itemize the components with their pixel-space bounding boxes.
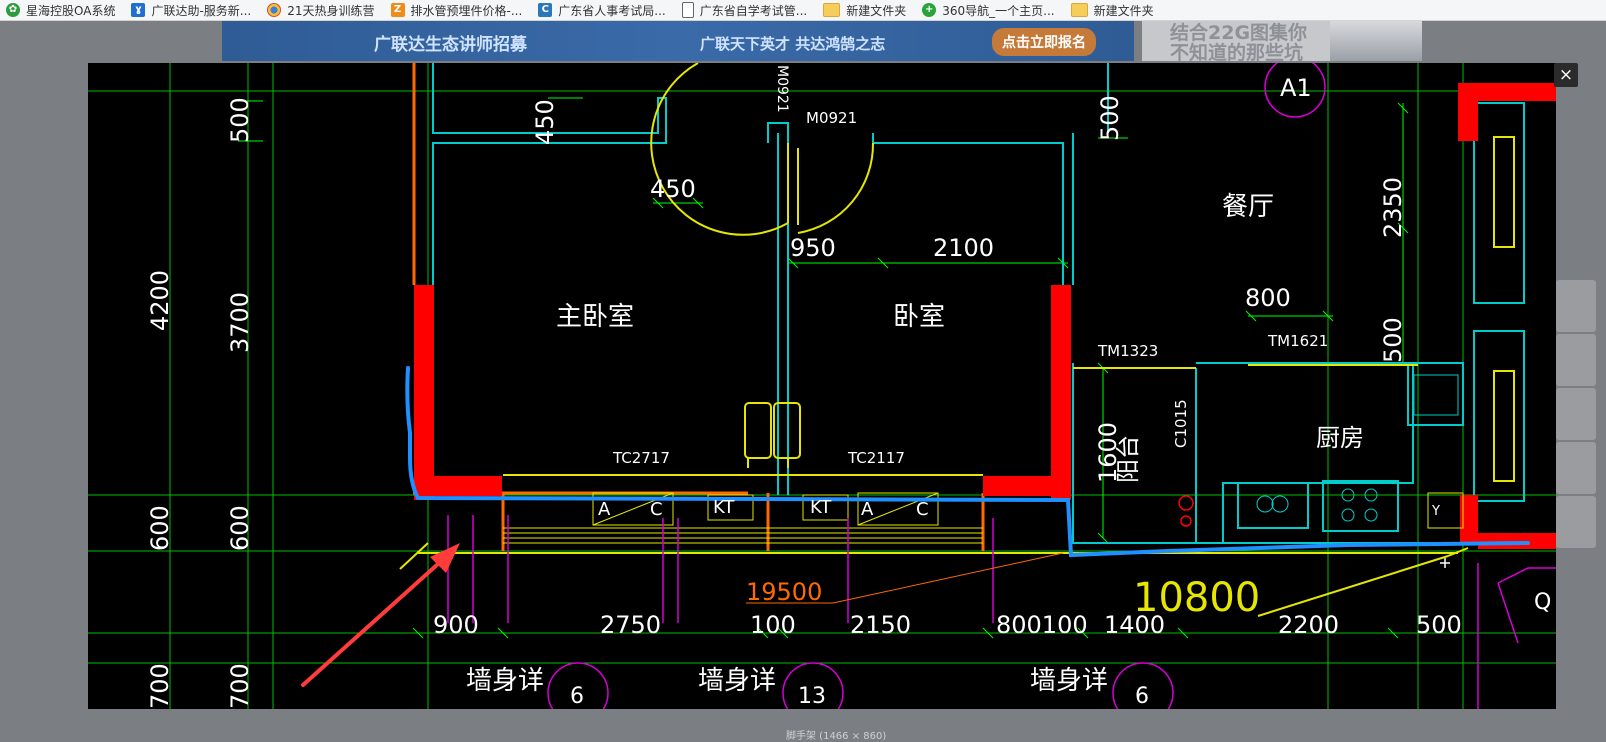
bookmark-label: 广联达助-服务新... [151,3,252,18]
section-label-3: 墙身详 [1030,666,1108,696]
dim-bottom-2750: 2750 [600,611,661,639]
tag-m0921: M0921 [806,109,857,127]
callout-19500: 19500 [746,578,822,606]
ac-label-c1: C [650,499,663,520]
side-tool-app[interactable] [1556,442,1596,494]
dim-500-right: 500 [1379,317,1407,363]
tag-m0921-vertical: M0921 [774,65,790,113]
edge-marker: Q [1534,590,1551,615]
tag-tm1621: TM1621 [1267,332,1328,350]
room-dining: 餐厅 [1222,192,1274,222]
side-tool-consult[interactable] [1556,280,1596,332]
dim-500-top: 500 [1096,95,1124,141]
gear-icon: ✿ [6,3,20,17]
dim-bottom-2200: 2200 [1278,611,1339,639]
ac-label-a1: A [598,499,611,520]
tag-y: Y [1431,504,1440,519]
bookmark-0[interactable]: ✿ 星海控股OA系统 [6,0,115,20]
promo-banner[interactable]: 广联达生态讲师招募 广联天下英才 共达鸿鹄之志 点击立即报名 [222,21,1134,61]
bookmark-5[interactable]: 广东省自学考试管... [681,0,808,20]
ad-line-1: 结合22G图集你 [1170,22,1308,44]
tag-tc2117: TC2117 [847,449,905,467]
dim-left-600a: 600 [146,505,174,551]
plus-icon: + [922,3,937,17]
side-tool-question[interactable] [1556,334,1596,386]
image-viewer[interactable]: 500 4200 3700 600 600 700 700 450 450 95… [88,63,1556,709]
bookmark-label: 星海控股OA系统 [26,3,116,18]
dim-bottom-2150: 2150 [850,611,911,639]
side-tool-feedback[interactable] [1556,388,1596,440]
ad-person-image [1330,21,1422,61]
side-tool-top[interactable] [1556,496,1596,548]
document-icon [681,2,694,18]
dim-bottom-500: 500 [1416,611,1462,639]
ac-label-kt2: KT [810,497,832,518]
banner-slogan: 广联天下英才 共达鸿鹄之志 [700,35,886,53]
side-ad[interactable]: 结合22G图集你 不知道的那些坑 [1142,21,1422,64]
chrome-icon [267,3,282,17]
dim-bottom-100: 100 [750,611,796,639]
room-master-bedroom: 主卧室 [556,302,634,332]
bookmark-label: 360导航_一个主页... [942,3,1055,18]
ac-label-c2: C [916,499,929,520]
banner-cta-button[interactable]: 点击立即报名 [992,28,1096,56]
tag-tc2717: TC2717 [612,449,670,467]
dim-2100: 2100 [933,234,994,262]
bookmark-1[interactable]: ɣ 广联达助-服务新... [131,0,251,20]
ac-label-a2: A [861,499,874,520]
c-icon: C [538,3,553,17]
close-viewer-button[interactable]: × [1554,63,1578,87]
folder-icon [1070,3,1088,17]
ad-line-2: 不知道的那些坑 [1170,42,1304,64]
room-balcony: 阳台 [1114,435,1142,483]
tag-tm1323: TM1323 [1097,342,1158,360]
bookmark-3[interactable]: Z 排水管预埋件价格-... [390,0,523,20]
bookmark-label: 新建文件夹 [1093,3,1154,18]
bookmark-4[interactable]: C 广东省人事考试局... [538,0,666,20]
feather-icon: ɣ [131,3,146,17]
bookmark-label: 广东省人事考试局... [558,3,666,18]
bookmarks-bar: ✿ 星海控股OA系统 ɣ 广联达助-服务新... 21天热身训练营 Z 排水管预… [0,0,1606,21]
dim-2350: 2350 [1379,177,1407,238]
dim-left-4200: 4200 [146,270,174,331]
dim-bottom-900: 900 [433,611,479,639]
section-number-3: 6 [1135,684,1149,709]
dim-left-700b: 700 [226,663,254,709]
bookmark-8[interactable]: 新建文件夹 [1070,0,1154,20]
annotation-outline [405,366,1530,558]
callout-10800: 10800 [1133,575,1260,621]
folder-icon [823,3,841,17]
bookmark-label: 广东省自学考试管... [699,3,808,18]
dim-450-vertical: 450 [531,99,559,145]
bookmark-label: 21天热身训练营 [287,3,375,18]
dim-left-3700: 3700 [226,292,254,353]
dim-800: 800 [1245,284,1291,312]
dim-bottom-800100: 800100 [996,611,1088,639]
section-number-1: 6 [570,684,584,709]
square-icon: Z [390,3,405,17]
section-number-2: 13 [798,684,826,709]
room-bedroom: 卧室 [893,302,945,332]
cad-floor-plan: 500 4200 3700 600 600 700 700 450 450 95… [88,63,1556,709]
bookmark-7[interactable]: + 360导航_一个主页... [922,0,1055,20]
cursor-crosshair [1440,558,1450,568]
bookmark-label: 排水管预埋件价格-... [410,3,523,18]
tag-a1: A1 [1280,74,1312,102]
bookmark-6[interactable]: 新建文件夹 [823,0,906,20]
bookmark-2[interactable]: 21天热身训练营 [267,0,375,20]
banner-title: 广联达生态讲师招募 [374,35,527,55]
dim-left-700a: 700 [146,663,174,709]
tag-c1015: C1015 [1172,399,1190,448]
dim-left-600b: 600 [226,505,254,551]
section-label-2: 墙身详 [698,666,776,696]
dim-950: 950 [790,234,836,262]
bookmark-label: 新建文件夹 [846,3,907,18]
dim-450: 450 [650,175,696,203]
room-kitchen: 厨房 [1316,424,1364,452]
ac-label-kt1: KT [713,497,735,518]
dim-left-500: 500 [226,97,254,143]
section-label-1: 墙身详 [466,666,544,696]
